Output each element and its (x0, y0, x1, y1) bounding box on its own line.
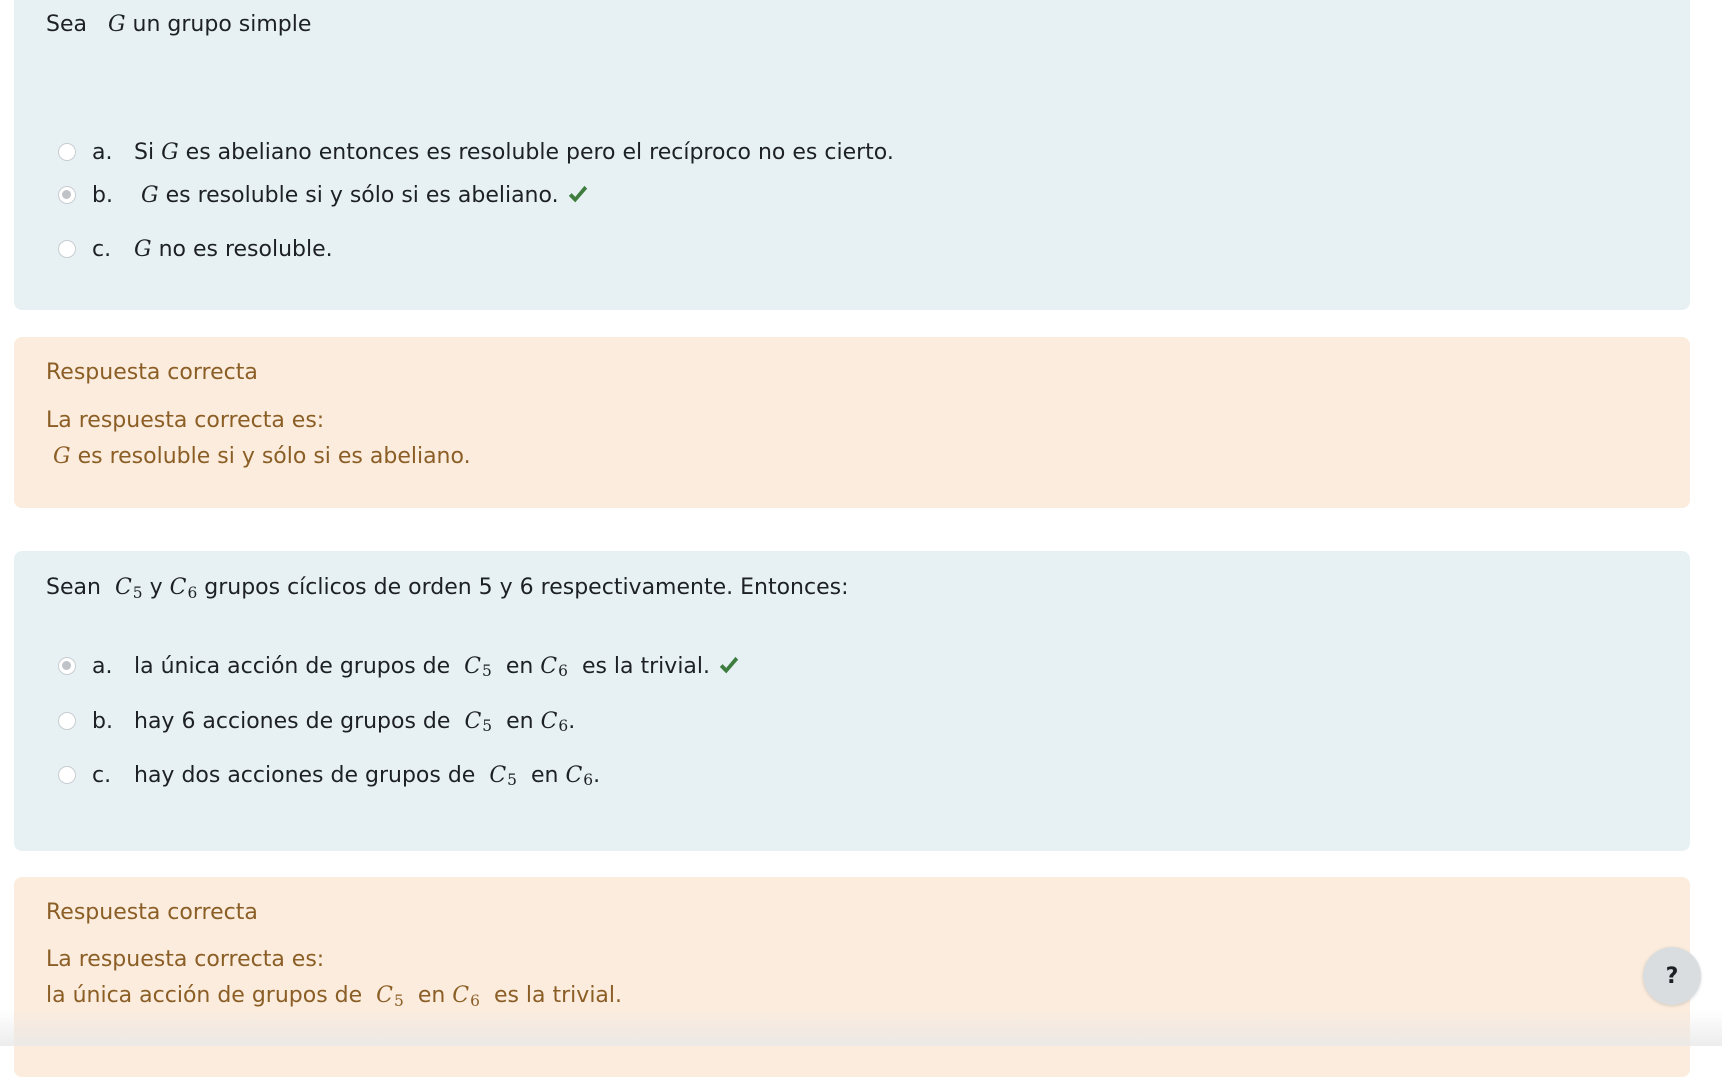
question-1-option-a[interactable]: a. Si G es abeliano entonces es resolubl… (58, 137, 894, 167)
radio-button-selected[interactable] (58, 657, 76, 675)
option-text: G no es resoluble. (134, 236, 333, 262)
feedback-answer: la única acción de grupos de C5 en C6 es… (46, 983, 623, 1010)
radio-button[interactable] (58, 712, 76, 730)
question-1-text-pre: Sea (46, 12, 87, 37)
question-1-text: Sea G un grupo simple (46, 12, 311, 37)
radio-button-selected[interactable] (58, 186, 76, 204)
check-icon (568, 185, 587, 203)
question-1-feedback: Respuesta correcta La respuesta correcta… (14, 337, 1690, 508)
option-text: hay dos acciones de grupos de C5 en C6. (134, 762, 601, 790)
feedback-status: Respuesta correcta (46, 360, 258, 385)
option-text: Si G es abeliano entonces es resoluble p… (134, 139, 894, 165)
help-button[interactable]: ? (1643, 947, 1701, 1005)
question-2-formulation: Sean C5 y C6 grupos cíclicos de orden 5 … (14, 551, 1690, 851)
math-var-c5: C5 (114, 575, 143, 602)
feedback-status: Respuesta correcta (46, 900, 258, 925)
option-letter: c. (92, 236, 112, 262)
option-letter: a. (92, 139, 113, 165)
math-var-c6: C6 (169, 575, 198, 602)
option-text: hay 6 acciones de grupos de C5 en C6. (134, 708, 576, 736)
question-2-feedback: Respuesta correcta La respuesta correcta… (14, 877, 1690, 1077)
question-2-option-c[interactable]: c. hay dos acciones de grupos de C5 en C… (58, 760, 600, 790)
check-icon (719, 656, 739, 674)
question-2-option-b[interactable]: b. hay 6 acciones de grupos de C5 en C6. (58, 706, 575, 736)
math-var-g: G (107, 12, 126, 37)
option-letter: a. (92, 653, 113, 679)
question-1-formulation: Sea G un grupo simple a. Si G es abelian… (14, 0, 1690, 310)
feedback-answer: G es resoluble si y sólo si es abeliano. (53, 444, 471, 469)
bottom-fade (0, 1010, 1722, 1046)
question-1-text-post: un grupo simple (132, 12, 312, 37)
feedback-intro: La respuesta correcta es: (46, 947, 325, 972)
radio-button[interactable] (58, 240, 76, 258)
question-1-option-b[interactable]: b. G es resoluble si y sólo si es abelia… (58, 180, 589, 210)
option-letter: b. (92, 182, 113, 208)
feedback-intro: La respuesta correcta es: (46, 408, 325, 433)
option-text: la única acción de grupos de C5 en C6 es… (134, 653, 711, 681)
option-text: G es resoluble si y sólo si es abeliano. (141, 182, 559, 208)
question-2-option-a[interactable]: a. la única acción de grupos de C5 en C6… (58, 651, 740, 681)
radio-button[interactable] (58, 143, 76, 161)
question-2-text: Sean C5 y C6 grupos cíclicos de orden 5 … (46, 575, 849, 602)
question-mark-icon: ? (1665, 963, 1679, 989)
radio-button[interactable] (58, 766, 76, 784)
option-letter: c. (92, 762, 112, 788)
option-letter: b. (92, 708, 113, 734)
question-1-option-c[interactable]: c. G no es resoluble. (58, 234, 333, 264)
